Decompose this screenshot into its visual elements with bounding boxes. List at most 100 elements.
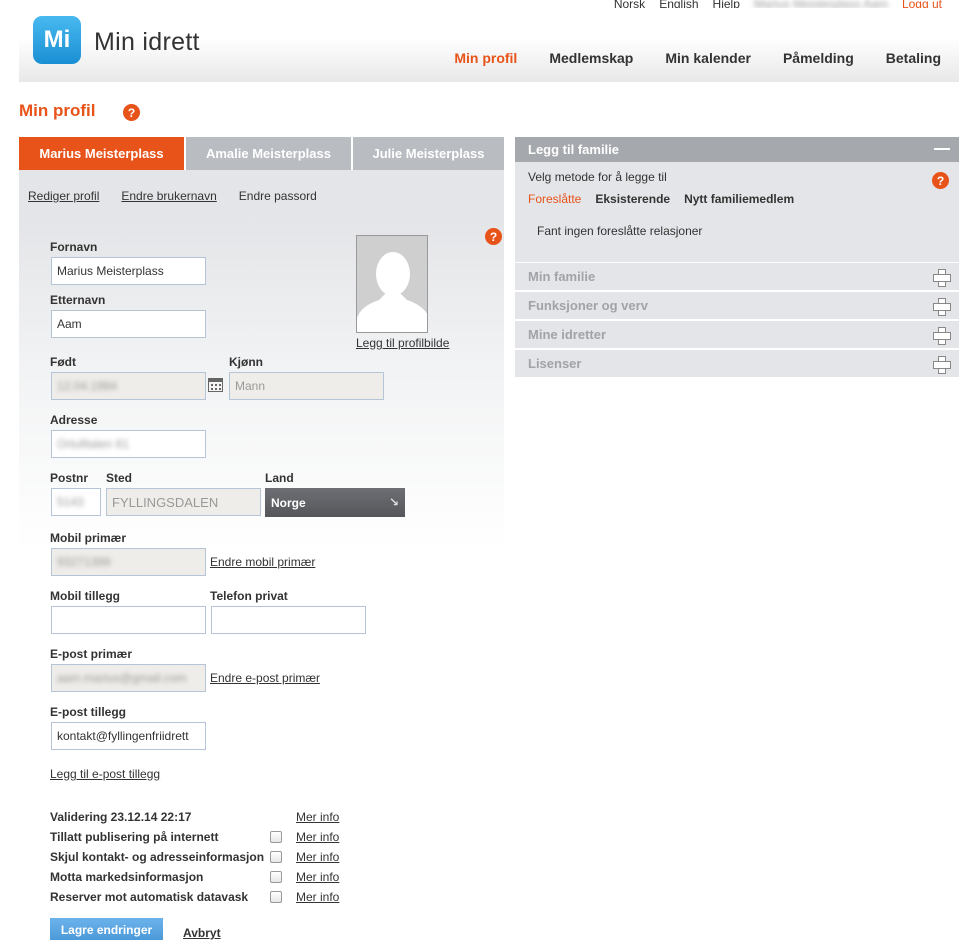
setting-label: Motta markedsinformasjon [50,870,204,884]
section-lisenser[interactable]: Lisenser [515,350,959,377]
place-label: Sted [106,471,133,485]
country-select[interactable]: Norge ↘ [265,488,405,517]
phone-private-input[interactable] [211,606,366,634]
method-existing[interactable]: Eksisterende [595,192,670,206]
chevron-down-icon: ↘ [388,495,399,509]
expand-icon[interactable] [933,269,951,287]
validation-label: Validering 23.12.14 22:17 [50,810,192,824]
change-mobile-link[interactable]: Endre mobil primær [210,555,315,569]
nav-min-profil[interactable]: Min profil [454,50,517,66]
logo-icon[interactable]: Mi [33,16,81,64]
section-title: Min familie [528,269,596,284]
checkbox[interactable] [270,891,282,903]
profile-links: Rediger profil Endre brukernavn Endre pa… [28,189,339,203]
email-extra-input[interactable]: kontakt@fyllingenfriidrett [51,722,206,750]
expand-icon[interactable] [933,327,951,345]
add-profile-photo-link[interactable]: Legg til profilbilde [356,336,449,350]
section-mine-idretter[interactable]: Mine idretter [515,321,959,348]
first-name-value: Marius Meisterplass [57,264,164,278]
add-family-title: Legg til familie [528,142,620,157]
phone-private-label: Telefon privat [210,589,288,603]
method-text: Velg metode for å legge til [528,170,667,184]
person-silhouette-icon [357,236,427,332]
mobile-primary-input[interactable]: 93271399 [51,548,206,576]
first-name-input[interactable]: Marius Meisterplass [51,257,206,285]
nav-betaling[interactable]: Betaling [886,50,941,66]
postnr-label: Postnr [50,471,89,485]
more-info-link[interactable]: Mer info [296,870,339,884]
last-name-value: Aam [57,317,82,331]
family-help-icon[interactable]: ? [932,172,949,189]
section-title: Lisenser [528,356,582,371]
more-info-link[interactable]: Mer info [296,830,339,844]
gender-value: Mann [235,379,266,393]
header: Mi Min idrett Min profil Medlemskap Min … [19,8,959,82]
mobile-primary-label: Mobil primær [50,531,127,545]
help-icon[interactable]: ? [123,104,140,121]
country-value: Norge [271,495,306,510]
email-primary-input[interactable]: aam.marius@gmail.com [51,664,206,692]
change-email-link[interactable]: Endre e-post primær [210,671,320,685]
email-extra-label: E-post tillegg [50,705,126,719]
expand-icon[interactable] [933,356,951,374]
place-value: FYLLINGSDALEN [112,494,219,510]
method-new[interactable]: Nytt familiemedlem [684,192,794,206]
collapse-icon[interactable] [934,148,950,150]
form-help-icon[interactable]: ? [485,228,502,245]
section-title: Funksjoner og verv [528,298,648,313]
mobile-extra-input[interactable] [51,606,206,634]
cancel-link[interactable]: Avbryt [183,926,221,940]
method-suggested[interactable]: Foreslåtte [528,192,581,206]
avatar[interactable] [356,235,428,333]
email-primary-value: aam.marius@gmail.com [57,671,187,685]
address-value: Ortufitalen 61 [57,437,130,451]
gender-input[interactable]: Mann [229,372,384,400]
section-funksjoner[interactable]: Funksjoner og verv [515,292,959,319]
last-name-input[interactable]: Aam [51,310,206,338]
checkbox[interactable] [270,851,282,863]
country-label: Land [265,471,294,485]
email-extra-value: kontakt@fyllingenfriidrett [57,729,189,743]
born-input[interactable]: 12.04.1984 [51,372,206,400]
last-name-label: Etternavn [50,293,106,307]
change-password-link[interactable]: Endre passord [239,189,317,203]
main-nav: Min profil Medlemskap Min kalender Påmel… [422,50,941,66]
more-info-link[interactable]: Mer info [296,890,339,904]
email-primary-label: E-post primær [50,647,133,661]
mobile-primary-value: 93271399 [57,555,111,569]
checkbox[interactable] [270,871,282,883]
nav-min-kalender[interactable]: Min kalender [665,50,751,66]
expand-icon[interactable] [933,298,951,316]
postnr-input[interactable]: 5143 [51,488,101,516]
postnr-value: 5143 [57,495,84,509]
first-name-label: Fornavn [50,240,98,254]
checkbox[interactable] [270,831,282,843]
save-button[interactable]: Lagre endringer [50,918,163,940]
change-username-link[interactable]: Endre brukernavn [121,189,216,203]
empty-message: Fant ingen foreslåtte relasjoner [537,224,703,238]
address-label: Adresse [50,413,98,427]
born-value: 12.04.1984 [57,379,118,393]
setting-label: Reserver mot automatisk datavask [50,890,249,904]
address-input[interactable]: Ortufitalen 61 [51,430,206,458]
add-family-header[interactable]: Legg til familie [515,137,959,162]
setting-label: Tillatt publisering på internett [50,830,219,844]
tab-julie[interactable]: Julie Meisterplass [353,137,504,170]
more-info-link[interactable]: Mer info [296,810,339,824]
born-label: Født [50,355,76,369]
edit-profile-link[interactable]: Rediger profil [28,189,99,203]
mobile-extra-label: Mobil tillegg [50,589,120,603]
calendar-icon[interactable] [208,378,223,392]
place-input: FYLLINGSDALEN [106,488,261,516]
nav-pamelding[interactable]: Påmelding [783,50,854,66]
setting-label: Skjul kontakt- og adresseinformasjon [50,850,265,864]
add-email-link[interactable]: Legg til e-post tillegg [50,767,160,781]
tab-amalie[interactable]: Amalie Meisterplass [186,137,351,170]
tab-marius[interactable]: Marius Meisterplass [19,137,184,170]
add-family-body: Velg metode for å legge til ? Foreslåtte… [515,162,959,262]
more-info-link[interactable]: Mer info [296,850,339,864]
nav-medlemskap[interactable]: Medlemskap [549,50,633,66]
brand-name: Min idrett [94,28,200,56]
section-min-familie[interactable]: Min familie [515,263,959,290]
method-tabs: Foreslåtte Eksisterende Nytt familiemedl… [528,192,794,206]
